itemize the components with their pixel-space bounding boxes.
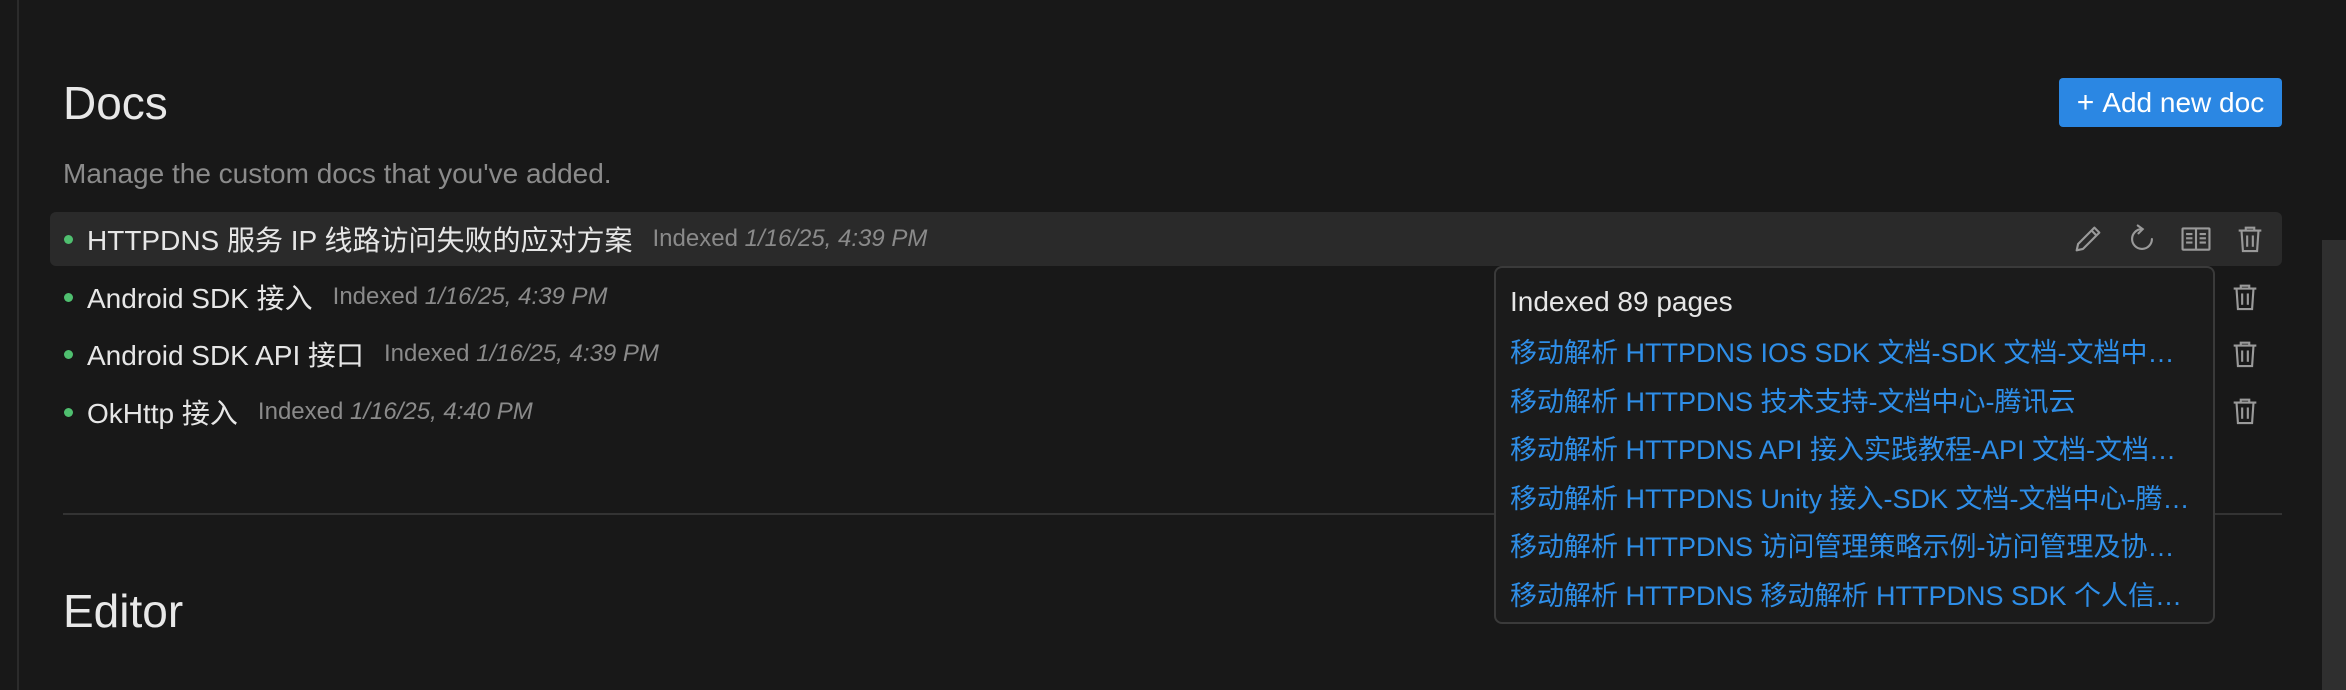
settings-page: Docs Manage the custom docs that you've …	[0, 0, 2346, 690]
trash-icon[interactable]	[2227, 336, 2263, 372]
refresh-icon[interactable]	[2124, 221, 2160, 257]
trash-icon[interactable]	[2227, 393, 2263, 429]
status-dot	[64, 234, 73, 244]
scrollbar-thumb[interactable]	[2322, 240, 2346, 690]
add-new-doc-label: Add new doc	[2102, 86, 2265, 118]
plus-icon: +	[2076, 85, 2095, 119]
status-timestamp: 1/16/25, 4:40 PM	[350, 398, 533, 425]
indexed-page-link[interactable]: 移动解析 HTTPDNS API 接入实践教程-API 文档-文档中心-腾讯云	[1510, 430, 2199, 479]
trash-icon[interactable]	[2232, 221, 2268, 257]
editor-section-title: Editor	[63, 585, 184, 637]
doc-name: HTTPDNS 服务 IP 线路访问失败的应对方案	[87, 225, 633, 256]
doc-list-item[interactable]: HTTPDNS 服务 IP 线路访问失败的应对方案 Indexed 1/16/2…	[50, 212, 2282, 266]
doc-name: Android SDK API 接口	[87, 340, 365, 371]
doc-status: Indexed 1/16/25, 4:39 PM	[333, 283, 608, 311]
status-label: Indexed	[257, 398, 344, 425]
indexed-page-link[interactable]: 移动解析 HTTPDNS 技术支持-文档中心-腾讯云	[1510, 382, 2199, 431]
add-new-doc-button[interactable]: + Add new doc	[2059, 78, 2282, 127]
book-icon[interactable]	[2178, 221, 2214, 257]
doc-status: Indexed 1/16/25, 4:39 PM	[653, 225, 928, 253]
left-border	[17, 0, 19, 690]
scrollbar-track[interactable]	[2300, 0, 2346, 690]
status-timestamp: 1/16/25, 4:39 PM	[476, 340, 659, 367]
indexed-pages-popover: Indexed 89 pages 移动解析 HTTPDNS IOS SDK 文档…	[1494, 266, 2215, 624]
doc-name: OkHttp 接入	[87, 398, 238, 429]
trash-icon[interactable]	[2227, 279, 2263, 315]
status-dot	[64, 407, 73, 417]
status-label: Indexed	[332, 283, 419, 310]
status-dot	[64, 292, 73, 302]
doc-name: Android SDK 接入	[87, 283, 313, 314]
indexed-page-link[interactable]: 移动解析 HTTPDNS Unity 接入-SDK 文档-文档中心-腾讯云	[1510, 479, 2199, 528]
doc-status: Indexed 1/16/25, 4:40 PM	[258, 398, 533, 426]
status-dot	[64, 349, 73, 359]
docs-section-title: Docs	[63, 77, 168, 129]
status-timestamp: 1/16/25, 4:39 PM	[424, 283, 608, 310]
doc-row-actions	[2070, 212, 2268, 266]
status-timestamp: 1/16/25, 4:39 PM	[744, 225, 928, 252]
indexed-page-link[interactable]: 移动解析 HTTPDNS 访问管理策略示例-访问管理及协作-文档中心-腾讯云	[1510, 527, 2199, 576]
status-label: Indexed	[652, 225, 738, 252]
status-label: Indexed	[384, 340, 470, 367]
indexed-page-link[interactable]: 移动解析 HTTPDNS IOS SDK 文档-SDK 文档-文档中心-腾讯云	[1510, 333, 2199, 382]
pencil-icon[interactable]	[2070, 221, 2106, 257]
docs-section-subtitle: Manage the custom docs that you've added…	[63, 158, 612, 189]
indexed-page-link[interactable]: 移动解析 HTTPDNS 移动解析 HTTPDNS SDK 个人信息保护规则-文…	[1510, 576, 2199, 625]
doc-status: Indexed 1/16/25, 4:39 PM	[384, 340, 659, 368]
popover-title: Indexed 89 pages	[1510, 286, 1733, 317]
